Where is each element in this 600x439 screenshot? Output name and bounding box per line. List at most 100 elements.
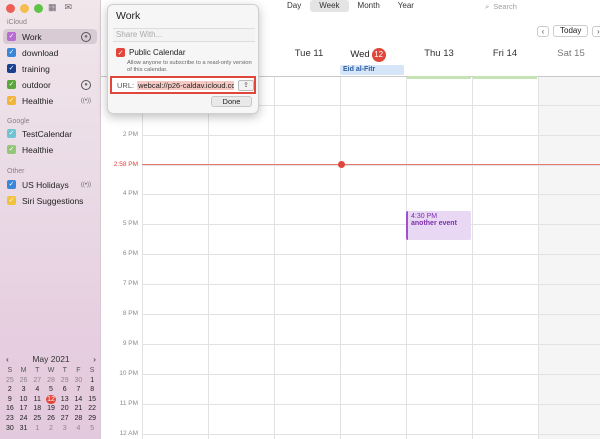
all-day-event-strip[interactable] [407,76,471,79]
mini-day-cell[interactable]: 28 [72,414,86,424]
mini-day-cell[interactable]: 1 [30,424,44,434]
mini-day-cell[interactable]: 26 [44,414,58,424]
mini-day-cell[interactable]: 12 [44,394,58,405]
calendar-checkbox[interactable]: ✓ [7,32,16,41]
mini-day-cell[interactable]: 30 [72,376,86,386]
calendar-checkbox[interactable]: ✓ [7,48,16,57]
calendar-checkbox[interactable]: ✓ [7,145,16,154]
mini-day-cell[interactable]: 8 [85,385,99,395]
search-field[interactable]: ⌕ Search [485,1,597,12]
close-window-button[interactable] [6,4,15,13]
day-header-thu[interactable]: Thu 13 [406,48,472,59]
mini-day-cell[interactable]: 27 [30,376,44,386]
mini-day-cell[interactable]: 1 [85,376,99,386]
holiday-event[interactable]: Eid al-Fitr [340,65,404,75]
mini-day-cell[interactable]: 31 [17,424,31,434]
day-header-sat[interactable]: Sat 15 [538,48,600,59]
calendar-checkbox[interactable]: ✓ [7,64,16,73]
day-header-wed[interactable]: Wed 12 [335,48,401,62]
sidebar-calendar-item[interactable]: ✓ training [3,61,97,76]
sidebar-calendar-item[interactable]: ✓ Work ● [3,29,97,44]
view-tab-year[interactable]: Year [389,0,423,12]
subscribed-broadcast-icon: ((•)) [80,181,91,188]
mini-day-cell[interactable]: 9 [3,395,17,405]
url-field[interactable]: URL: webcal://p26-caldav.icloud.com ⇪ [110,76,256,94]
calendar-checkbox[interactable]: ✓ [7,80,16,89]
sidebar-calendar-item[interactable]: ✓ TestCalendar [3,126,97,141]
view-tab-week[interactable]: Week [310,0,349,12]
current-time-line [142,164,600,165]
mini-day-cell[interactable]: 5 [44,385,58,395]
sidebar-calendar-item[interactable]: ✓ Healthie [3,142,97,157]
mini-day-cell[interactable]: 18 [30,404,44,414]
mini-day-cell[interactable]: 15 [85,395,99,405]
mini-day-cell[interactable]: 29 [85,414,99,424]
calendar-checkbox[interactable]: ✓ [7,96,16,105]
calendar-list-icon[interactable]: ▦ [48,2,57,13]
mini-day-cell[interactable]: 4 [30,385,44,395]
mini-day-cell[interactable]: 29 [58,376,72,386]
shared-person-icon[interactable]: ● [81,79,91,90]
sidebar-calendar-item[interactable]: ✓ outdoor ● [3,77,97,92]
previous-week-button[interactable]: ‹ [537,25,549,37]
day-header-tue[interactable]: Tue 11 [276,48,342,59]
mini-prev-month-button[interactable]: ‹ [6,354,9,364]
mini-day-cell[interactable]: 20 [58,404,72,414]
mini-day-cell[interactable]: 19 [44,404,58,414]
mini-day-cell[interactable]: 3 [58,424,72,434]
inbox-icon[interactable]: ✉ [65,2,73,13]
mini-day-cell[interactable]: 6 [58,385,72,395]
mini-day-cell[interactable]: 22 [85,404,99,414]
sidebar-calendar-item[interactable]: ✓ US Holidays ((•)) [3,177,97,192]
today-button[interactable]: Today [553,25,589,37]
mini-day-cell[interactable]: 30 [3,424,17,434]
share-icon[interactable]: ⇪ [238,79,254,91]
calendar-checkbox[interactable]: ✓ [7,180,16,189]
sidebar-calendar-item[interactable]: ✓ Siri Suggestions [3,193,97,208]
mini-day-cell[interactable]: 28 [44,376,58,386]
mini-day-cell[interactable]: 14 [72,395,86,405]
mini-day-cell[interactable]: 26 [17,376,31,386]
mini-day-cell[interactable]: 21 [72,404,86,414]
mini-day-cell[interactable]: 13 [58,395,72,405]
mini-day-cell[interactable]: 3 [17,385,31,395]
mini-day-cell[interactable]: 7 [72,385,86,395]
day-column-divider [142,77,143,439]
url-value[interactable]: webcal://p26-caldav.icloud.com [137,80,235,90]
done-button[interactable]: Done [211,96,252,107]
shared-person-icon[interactable]: ● [81,31,91,42]
minimize-window-button[interactable] [20,4,29,13]
calendar-event[interactable]: 4:30 PM another event [406,211,471,240]
zoom-window-button[interactable] [34,4,43,13]
mini-day-cell[interactable]: 10 [17,395,31,405]
view-tab-month[interactable]: Month [349,0,389,12]
mini-day-cell[interactable]: 2 [3,385,17,395]
mini-day-cell[interactable]: 11 [30,395,44,405]
hour-label: 4 PM [122,190,138,197]
mini-day-cell[interactable]: 4 [72,424,86,434]
mini-day-cell[interactable]: 2 [44,424,58,434]
day-header-fri[interactable]: Fri 14 [472,48,538,59]
mini-day-cell[interactable]: 5 [85,424,99,434]
public-calendar-option[interactable]: ✓ Public Calendar [116,48,185,57]
view-tab-day[interactable]: Day [278,0,310,12]
mini-day-cell[interactable]: 23 [3,414,17,424]
share-with-field[interactable]: Share With... [113,28,255,42]
sidebar-calendar-item[interactable]: ✓ download [3,45,97,60]
mini-next-month-button[interactable]: › [93,354,96,364]
hour-label: 12 AM [119,430,138,437]
calendar-checkbox[interactable]: ✓ [7,196,16,205]
mini-day-cell[interactable]: 16 [3,404,17,414]
popover-calendar-name[interactable]: Work [116,10,140,22]
mini-day-cell[interactable]: 24 [17,414,31,424]
mini-day-cell[interactable]: 27 [58,414,72,424]
next-week-button[interactable]: › [592,25,600,37]
all-day-event-strip[interactable] [473,76,537,79]
calendar-checkbox[interactable]: ✓ [7,129,16,138]
public-calendar-checkbox[interactable]: ✓ [116,48,125,57]
mini-day-cell[interactable]: 25 [30,414,44,424]
mini-weekday-label: S [89,367,95,374]
mini-day-cell[interactable]: 25 [3,376,17,386]
mini-day-cell[interactable]: 17 [17,404,31,414]
sidebar-calendar-item[interactable]: ✓ Healthie ((•)) [3,93,97,108]
